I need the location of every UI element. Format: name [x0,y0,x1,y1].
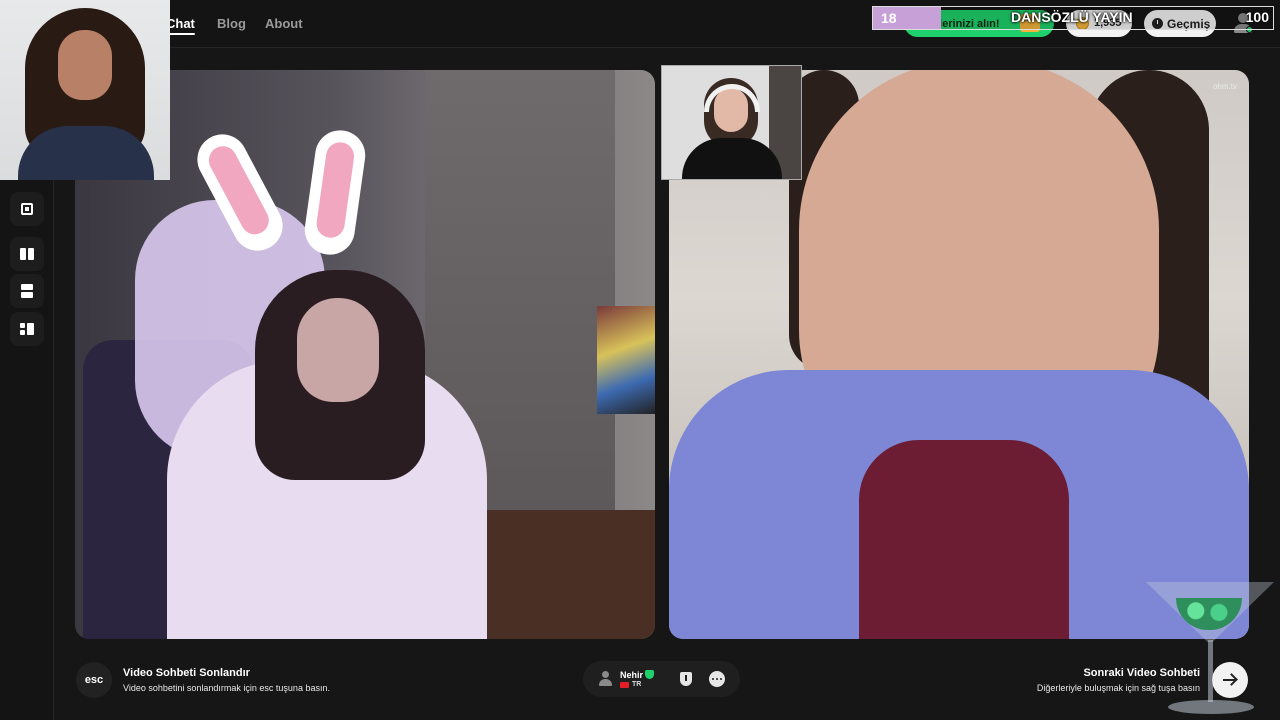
webcam-face [58,30,112,100]
end-chat-button[interactable]: esc [76,662,112,698]
chat-bubble-icon[interactable] [709,671,725,687]
martini-glass-overlay [1140,578,1280,720]
grid-layout-icon [20,323,34,335]
stream-overlay-banner: 18 DANSÖZLÜ YAYIN 100 [872,6,1274,30]
stream-counter: 18 [873,7,941,29]
stream-title: DANSÖZLÜ YAYIN [1011,9,1133,25]
split-horizontal-icon [21,284,33,298]
verified-badge-icon [645,670,654,679]
nav-link-blog[interactable]: Blog [217,16,246,31]
end-chat-title: Video Sohbeti Sonlandır [123,667,250,679]
nav-link-about[interactable]: About [265,16,303,31]
partner-name: Nehir [620,670,644,680]
partner-info-pill: Nehir TR [583,661,740,697]
glass-base [1168,700,1254,714]
bunny-ear-right [301,127,369,258]
partner-shirt [859,440,1069,639]
nav-link-chat[interactable]: Chat [166,16,195,35]
split-vertical-icon [20,248,34,260]
split-horizontal-button[interactable] [10,274,44,308]
end-chat-description: Video sohbetini sonlandırmak için esc tu… [123,683,330,693]
user-avatar-icon [599,671,612,686]
wall-poster [597,306,655,414]
exit-fullscreen-icon [21,203,33,215]
preview-torso [682,138,782,179]
exit-fullscreen-button[interactable] [10,192,44,226]
video-watermark: ohm.tv [1212,82,1237,91]
glass-stem [1208,640,1213,702]
video-chat-app: Chat Blog About llerinizi alın! 1,935 Ge… [0,0,1280,720]
turkey-flag-icon [620,682,629,688]
grid-layout-button[interactable] [10,312,44,346]
glass-contents [1176,598,1242,630]
streamer-face [297,298,379,402]
report-shield-icon[interactable] [680,672,692,686]
stream-goal: 100 [1245,9,1269,25]
streamer-webcam-overlay [0,0,170,180]
split-vertical-button[interactable] [10,237,44,271]
partner-country: TR [632,681,642,688]
self-preview-camera [661,65,802,180]
